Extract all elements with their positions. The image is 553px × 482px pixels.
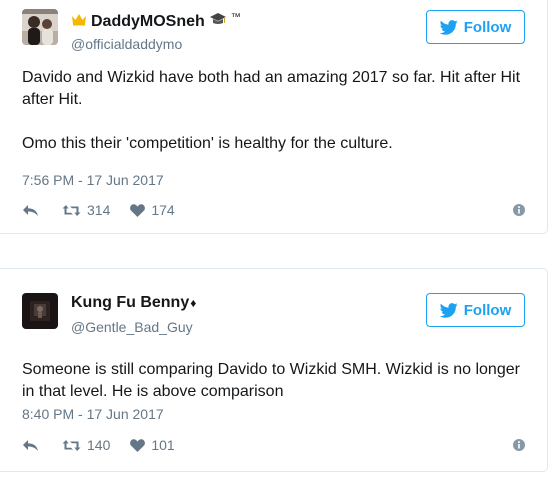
tweet-card: DaddyMOSneh ™ @officialdaddymo Follow Da… bbox=[0, 0, 548, 234]
reply-icon bbox=[22, 204, 39, 217]
more-info-button[interactable] bbox=[513, 204, 525, 216]
diamond-symbol: ♦ bbox=[190, 296, 197, 310]
like-button[interactable]: 174 bbox=[130, 202, 175, 218]
avatar[interactable] bbox=[22, 293, 58, 329]
user-handle[interactable]: @officialdaddymo bbox=[71, 36, 182, 52]
like-count: 101 bbox=[151, 437, 175, 453]
timestamp[interactable]: 8:40 PM - 17 Jun 2017 bbox=[22, 406, 164, 422]
graduation-cap-emoji-icon bbox=[209, 11, 226, 32]
info-icon bbox=[513, 439, 525, 451]
reply-icon bbox=[22, 439, 39, 452]
retweet-count: 140 bbox=[87, 437, 111, 453]
display-name[interactable]: DaddyMOSneh bbox=[91, 13, 205, 31]
heart-icon bbox=[130, 438, 146, 452]
retweet-count: 314 bbox=[87, 202, 111, 218]
heart-icon bbox=[130, 203, 146, 217]
like-button[interactable]: 101 bbox=[130, 437, 175, 453]
crown-emoji-icon bbox=[71, 13, 87, 31]
tweet-card: Kung Fu Benny ♦ @Gentle_Bad_Guy Follow S… bbox=[0, 268, 548, 472]
like-count: 174 bbox=[151, 202, 175, 218]
follow-button[interactable]: Follow bbox=[426, 293, 525, 327]
follow-label: Follow bbox=[463, 301, 512, 319]
author-name-row[interactable]: Kung Fu Benny ♦ bbox=[71, 294, 196, 312]
retweet-button[interactable]: 140 bbox=[62, 437, 110, 453]
more-info-button[interactable] bbox=[513, 439, 525, 451]
tweet-text: Davido and Wizkid have both had an amazi… bbox=[22, 67, 532, 155]
trademark-symbol: ™ bbox=[230, 12, 241, 23]
display-name[interactable]: Kung Fu Benny bbox=[71, 294, 189, 312]
twitter-bird-icon bbox=[439, 19, 458, 35]
info-icon bbox=[513, 204, 525, 216]
avatar[interactable] bbox=[22, 9, 58, 45]
tweet-actions: 314 174 bbox=[22, 200, 525, 220]
tweet-paragraph: Someone is still comparing Davido to Wiz… bbox=[22, 361, 520, 400]
tweet-actions: 140 101 bbox=[22, 435, 525, 455]
author-name-row[interactable]: DaddyMOSneh ™ bbox=[71, 11, 241, 32]
follow-label: Follow bbox=[463, 18, 512, 36]
twitter-bird-icon bbox=[439, 302, 458, 318]
tweet-paragraph: Davido and Wizkid have both had an amazi… bbox=[22, 69, 521, 108]
user-handle[interactable]: @Gentle_Bad_Guy bbox=[71, 319, 193, 335]
follow-button[interactable]: Follow bbox=[426, 10, 525, 44]
reply-button[interactable] bbox=[22, 439, 39, 452]
timestamp[interactable]: 7:56 PM - 17 Jun 2017 bbox=[22, 172, 164, 188]
tweet-paragraph: Omo this their 'competition' is healthy … bbox=[22, 135, 393, 152]
reply-button[interactable] bbox=[22, 204, 39, 217]
retweet-icon bbox=[62, 204, 81, 217]
retweet-button[interactable]: 314 bbox=[62, 202, 110, 218]
retweet-icon bbox=[62, 439, 81, 452]
tweet-text: Someone is still comparing Davido to Wiz… bbox=[22, 359, 532, 403]
